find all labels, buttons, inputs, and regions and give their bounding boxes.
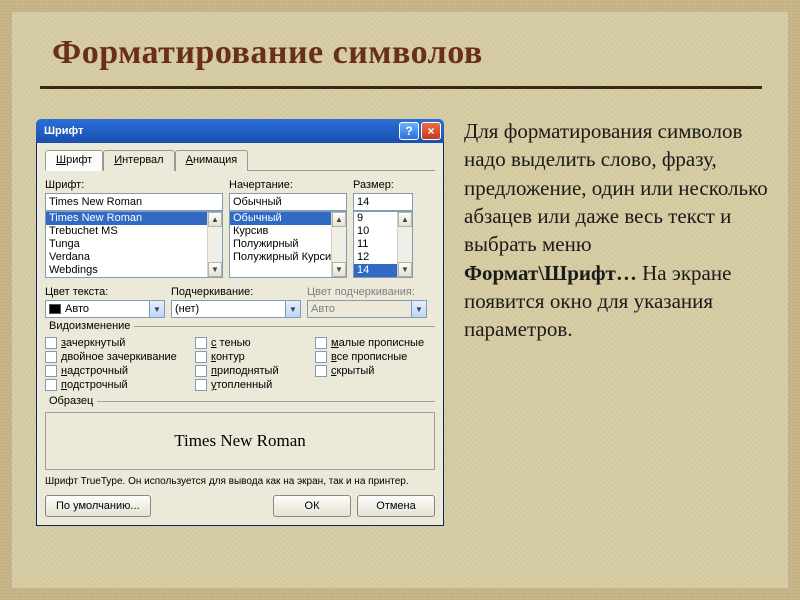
scroll-up-icon[interactable]: ▲: [398, 212, 412, 227]
button-row: По умолчанию... ОК Отмена: [45, 495, 435, 517]
chevron-down-icon[interactable]: ▼: [149, 301, 164, 317]
chk-strikethrough[interactable]: зачеркнутый: [45, 337, 185, 349]
chk-allcaps[interactable]: все прописные: [315, 351, 435, 363]
list-item[interactable]: Tunga: [46, 238, 222, 251]
group-separator: [45, 401, 435, 402]
chevron-down-icon: ▼: [411, 301, 426, 317]
titlebar[interactable]: Шрифт ? ×: [36, 119, 444, 143]
font-label: Шрифт:: [45, 179, 223, 191]
effects-group: зачеркнутый двойное зачеркивание надстро…: [45, 337, 435, 391]
list-item[interactable]: Полужирный Курсив: [230, 251, 346, 264]
default-button[interactable]: По умолчанию...: [45, 495, 151, 517]
chk-outline[interactable]: контур: [195, 351, 305, 363]
preview-box: Times New Roman: [45, 412, 435, 470]
effects-title: Видоизменение: [45, 320, 134, 332]
preview-text: Times New Roman: [174, 431, 306, 451]
underline-combo[interactable]: (нет) ▼: [171, 300, 301, 318]
chk-shadow[interactable]: с тенью: [195, 337, 305, 349]
scroll-track[interactable]: [208, 227, 222, 262]
list-item[interactable]: Trebuchet MS: [46, 225, 222, 238]
ok-button[interactable]: ОК: [273, 495, 351, 517]
scroll-down-icon[interactable]: ▼: [332, 262, 346, 277]
slide-title: Форматирование символов: [52, 34, 483, 72]
ucolor-label: Цвет подчеркивания:: [307, 286, 427, 298]
help-button[interactable]: ?: [399, 122, 419, 140]
color-label: Цвет текста:: [45, 286, 165, 298]
tab-spacing[interactable]: Интервал: [103, 150, 174, 171]
list-item[interactable]: Курсив: [230, 225, 346, 238]
slide-canvas: Форматирование символов Для форматирован…: [11, 11, 789, 589]
chk-emboss[interactable]: приподнятый: [195, 365, 305, 377]
style-input[interactable]: [229, 193, 347, 211]
description-text: Для форматирования символов надо выделит…: [464, 117, 769, 344]
size-listbox[interactable]: 9 10 11 12 14 ▲ ▼: [353, 211, 413, 278]
scroll-down-icon[interactable]: ▼: [208, 262, 222, 277]
color-swatch-icon: [49, 304, 61, 314]
list-item[interactable]: Обычный: [230, 212, 346, 225]
list-item[interactable]: Times New Roman: [46, 212, 222, 225]
divider: [40, 86, 762, 89]
tab-font[interactable]: Шрифт: [45, 150, 103, 171]
chk-superscript[interactable]: надстрочный: [45, 365, 185, 377]
style-label: Начертание:: [229, 179, 347, 191]
chk-smallcaps[interactable]: малые прописные: [315, 337, 435, 349]
tabstrip: Шрифт Интервал Анимация: [45, 149, 435, 171]
list-item[interactable]: Verdana: [46, 251, 222, 264]
chevron-down-icon[interactable]: ▼: [285, 301, 300, 317]
dialog-caption: Шрифт: [44, 125, 397, 137]
chk-hidden[interactable]: скрытый: [315, 365, 435, 377]
scrollbar[interactable]: ▲ ▼: [397, 212, 412, 277]
chk-engrave[interactable]: утопленный: [195, 379, 305, 391]
tab-animation[interactable]: Анимация: [175, 150, 249, 171]
list-item[interactable]: Полужирный: [230, 238, 346, 251]
scrollbar[interactable]: ▲ ▼: [331, 212, 346, 277]
cancel-button[interactable]: Отмена: [357, 495, 435, 517]
scroll-track[interactable]: [398, 227, 412, 262]
chk-subscript[interactable]: подстрочный: [45, 379, 185, 391]
color-combo[interactable]: Авто ▼: [45, 300, 165, 318]
scrollbar[interactable]: ▲ ▼: [207, 212, 222, 277]
scroll-up-icon[interactable]: ▲: [332, 212, 346, 227]
size-input[interactable]: [353, 193, 413, 211]
chk-double-strike[interactable]: двойное зачеркивание: [45, 351, 185, 363]
close-button[interactable]: ×: [421, 122, 441, 140]
underline-label: Подчеркивание:: [171, 286, 301, 298]
font-listbox[interactable]: Times New Roman Trebuchet MS Tunga Verda…: [45, 211, 223, 278]
size-label: Размер:: [353, 179, 413, 191]
font-input[interactable]: [45, 193, 223, 211]
ucolor-combo: Авто ▼: [307, 300, 427, 318]
scroll-down-icon[interactable]: ▼: [398, 262, 412, 277]
desc-menu-path: Формат\Шрифт…: [464, 261, 637, 285]
hint-text: Шрифт TrueType. Он используется для выво…: [45, 476, 435, 487]
dialog-body: Шрифт Интервал Анимация Шрифт: Times New…: [36, 143, 444, 526]
font-dialog: Шрифт ? × Шрифт Интервал Анимация Шрифт:…: [36, 119, 444, 526]
scroll-track[interactable]: [332, 227, 346, 262]
style-listbox[interactable]: Обычный Курсив Полужирный Полужирный Кур…: [229, 211, 347, 278]
list-item[interactable]: Webdings: [46, 264, 222, 277]
desc-prefix: Для форматирования символов надо выделит…: [464, 119, 768, 256]
scroll-up-icon[interactable]: ▲: [208, 212, 222, 227]
sample-title: Образец: [45, 395, 97, 407]
